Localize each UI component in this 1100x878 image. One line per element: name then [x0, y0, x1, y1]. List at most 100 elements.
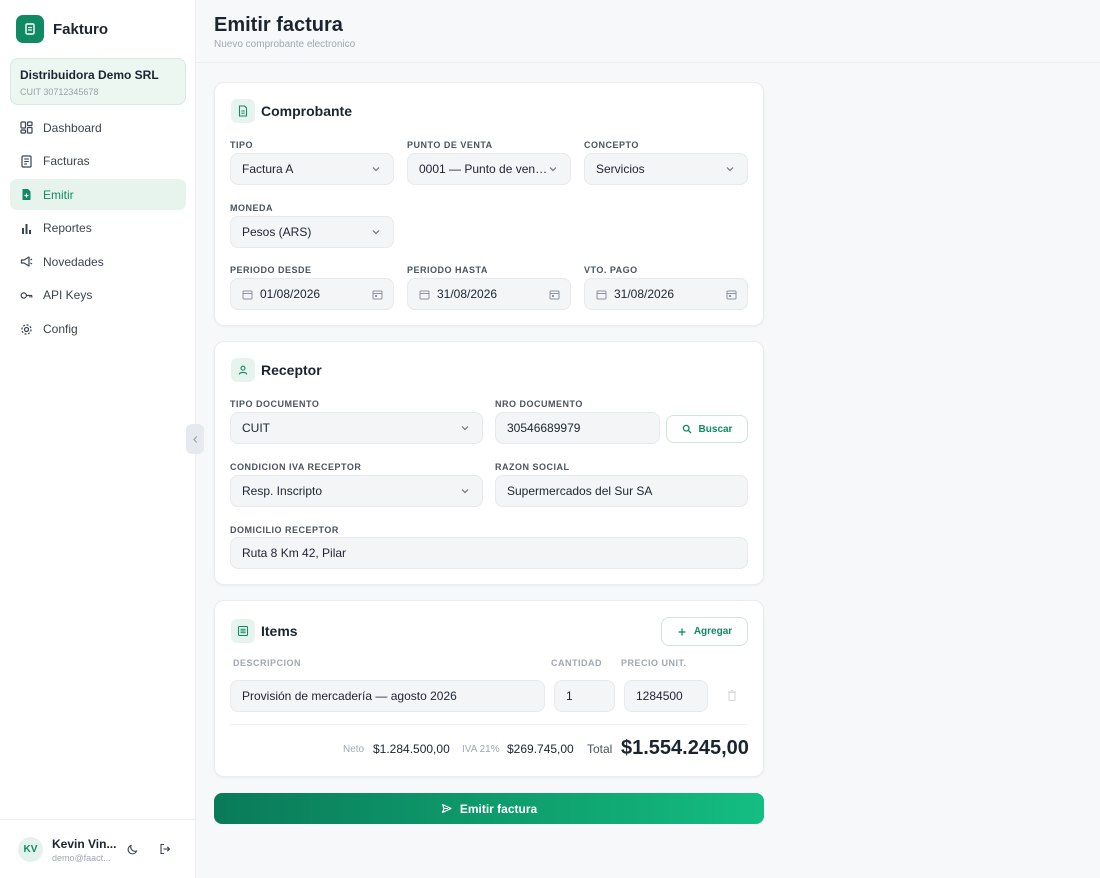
document-icon — [231, 99, 255, 123]
neto-label: Neto — [343, 744, 365, 755]
calendar-icon — [596, 290, 607, 299]
domicilio-input[interactable]: Ruta 8 Km 42, Pilar — [230, 537, 748, 569]
razon-social-input[interactable]: Supermercados del Sur SA — [495, 475, 748, 507]
sidebar-item-label: Novedades — [43, 254, 104, 269]
iva-value: $269.745,00 — [507, 742, 574, 756]
calendar-icon — [242, 290, 253, 299]
chevron-down-icon — [549, 167, 557, 172]
theme-toggle-moon-icon[interactable] — [126, 842, 140, 856]
gear-icon — [21, 323, 32, 335]
sidebar-item-label: Config — [43, 322, 78, 337]
punto-venta-select[interactable]: 0001 — Punto de venta principal — [407, 153, 571, 185]
sidebar-item-config[interactable]: Config — [10, 314, 186, 345]
column-header-descripcion: DESCRIPCION — [233, 658, 302, 668]
tipo-documento-label: TIPO DOCUMENTO — [230, 399, 320, 409]
organization-cuit: CUIT 30712345678 — [20, 87, 99, 97]
condicion-iva-label: CONDICION IVA RECEPTOR — [230, 462, 362, 472]
total-value: $1.554.245,00 — [621, 737, 749, 759]
calendar-picker-icon[interactable] — [549, 289, 560, 300]
buscar-button[interactable]: Buscar — [666, 415, 748, 443]
page-header: Emitir factura Nuevo comprobante electro… — [196, 0, 1100, 63]
organization-name: Distribuidora Demo SRL — [20, 68, 159, 82]
agregar-item-button[interactable]: Agregar — [661, 617, 748, 646]
neto-value: $1.284.500,00 — [373, 742, 450, 756]
sidebar-item-label: Dashboard — [43, 120, 102, 135]
emitir-factura-button[interactable]: Emitir factura — [214, 793, 764, 824]
dashboard-icon — [20, 121, 33, 134]
tipo-label: TIPO — [230, 140, 254, 150]
moneda-label: MONEDA — [230, 203, 273, 213]
punto-venta-label: PUNTO DE VENTA — [407, 140, 493, 150]
sidebar-nav: Dashboard Facturas Emitir Reportes Noved… — [10, 112, 186, 347]
chevron-down-icon — [726, 167, 734, 172]
chevron-down-icon — [461, 489, 469, 494]
item-precio-input[interactable]: 1284500 — [624, 680, 708, 712]
sidebar-item-label: Emitir — [43, 187, 74, 202]
page-subtitle: Nuevo comprobante electronico — [214, 39, 356, 50]
calendar-picker-icon[interactable] — [726, 289, 737, 300]
delete-item-trash-icon[interactable] — [726, 689, 738, 702]
user-name: Kevin Vin... — [52, 837, 117, 851]
concepto-select[interactable]: Servicios — [584, 153, 748, 185]
total-label: Total — [587, 742, 613, 756]
tipo-select[interactable]: Factura A — [230, 153, 394, 185]
column-header-precio: PRECIO UNIT. — [621, 658, 687, 668]
iva-label: IVA 21% — [462, 744, 500, 755]
calendar-icon — [419, 290, 430, 299]
logout-icon[interactable] — [158, 842, 172, 856]
periodo-desde-label: PERIODO DESDE — [230, 265, 312, 275]
periodo-desde-input[interactable]: 01/08/2026 — [230, 278, 394, 310]
fakturo-logo-icon — [16, 15, 44, 43]
column-header-cantidad: CANTIDAD — [551, 658, 602, 668]
nro-documento-label: NRO DOCUMENTO — [495, 399, 583, 409]
tipo-documento-select[interactable]: CUIT — [230, 412, 483, 444]
app-name: Fakturo — [53, 20, 109, 38]
sidebar-collapse-button[interactable] — [186, 424, 204, 454]
plus-icon — [678, 628, 686, 635]
organization-card[interactable]: Distribuidora Demo SRL CUIT 30712345678 — [10, 58, 186, 105]
periodo-hasta-input[interactable]: 31/08/2026 — [407, 278, 571, 310]
moneda-select[interactable]: Pesos (ARS) — [230, 216, 394, 248]
list-icon — [231, 619, 255, 643]
chevron-down-icon — [461, 426, 469, 431]
condicion-iva-select[interactable]: Resp. Inscripto — [230, 475, 483, 507]
periodo-hasta-label: PERIODO HASTA — [407, 265, 488, 275]
chevron-down-icon — [372, 230, 380, 235]
comprobante-title: Comprobante — [261, 103, 352, 119]
sidebar: Fakturo Distribuidora Demo SRL CUIT 3071… — [0, 0, 196, 878]
user-panel: KV Kevin Vin... demo@faact... — [0, 819, 196, 878]
vto-pago-label: VTO. PAGO — [584, 265, 638, 275]
user-email: demo@faact... — [52, 853, 111, 863]
razon-social-label: RAZON SOCIAL — [495, 462, 570, 472]
concepto-label: CONCEPTO — [584, 140, 639, 150]
sidebar-item-label: Reportes — [43, 221, 92, 236]
page-title: Emitir factura — [214, 14, 343, 36]
search-icon — [682, 424, 692, 434]
nro-documento-input[interactable]: 30546689979 — [495, 412, 660, 444]
item-descripcion-input[interactable]: Provisión de mercadería — agosto 2026 — [230, 680, 545, 712]
receipt-icon — [21, 154, 32, 168]
sidebar-item-dashboard[interactable]: Dashboard — [10, 112, 186, 143]
send-icon — [441, 803, 452, 814]
sidebar-item-label: API Keys — [43, 288, 93, 303]
calendar-picker-icon[interactable] — [372, 289, 383, 300]
brand[interactable]: Fakturo — [16, 15, 108, 43]
vto-pago-input[interactable]: 31/08/2026 — [584, 278, 748, 310]
items-divider — [230, 724, 748, 725]
receptor-title: Receptor — [261, 362, 322, 378]
key-icon — [20, 292, 33, 299]
chevron-down-icon — [372, 167, 380, 172]
items-title: Items — [261, 623, 298, 639]
avatar[interactable]: KV — [18, 837, 43, 862]
sidebar-item-reportes[interactable]: Reportes — [10, 213, 186, 244]
sidebar-item-emitir[interactable]: Emitir — [10, 179, 186, 211]
megaphone-icon — [20, 256, 33, 267]
bar-chart-icon — [22, 223, 31, 234]
sidebar-item-facturas[interactable]: Facturas — [10, 146, 186, 177]
sidebar-item-label: Facturas — [43, 154, 90, 169]
sidebar-item-api-keys[interactable]: API Keys — [10, 280, 186, 311]
user-icon — [231, 358, 255, 382]
sidebar-item-novedades[interactable]: Novedades — [10, 246, 186, 277]
item-cantidad-input[interactable]: 1 — [554, 680, 615, 712]
chevron-left-icon — [192, 435, 197, 443]
